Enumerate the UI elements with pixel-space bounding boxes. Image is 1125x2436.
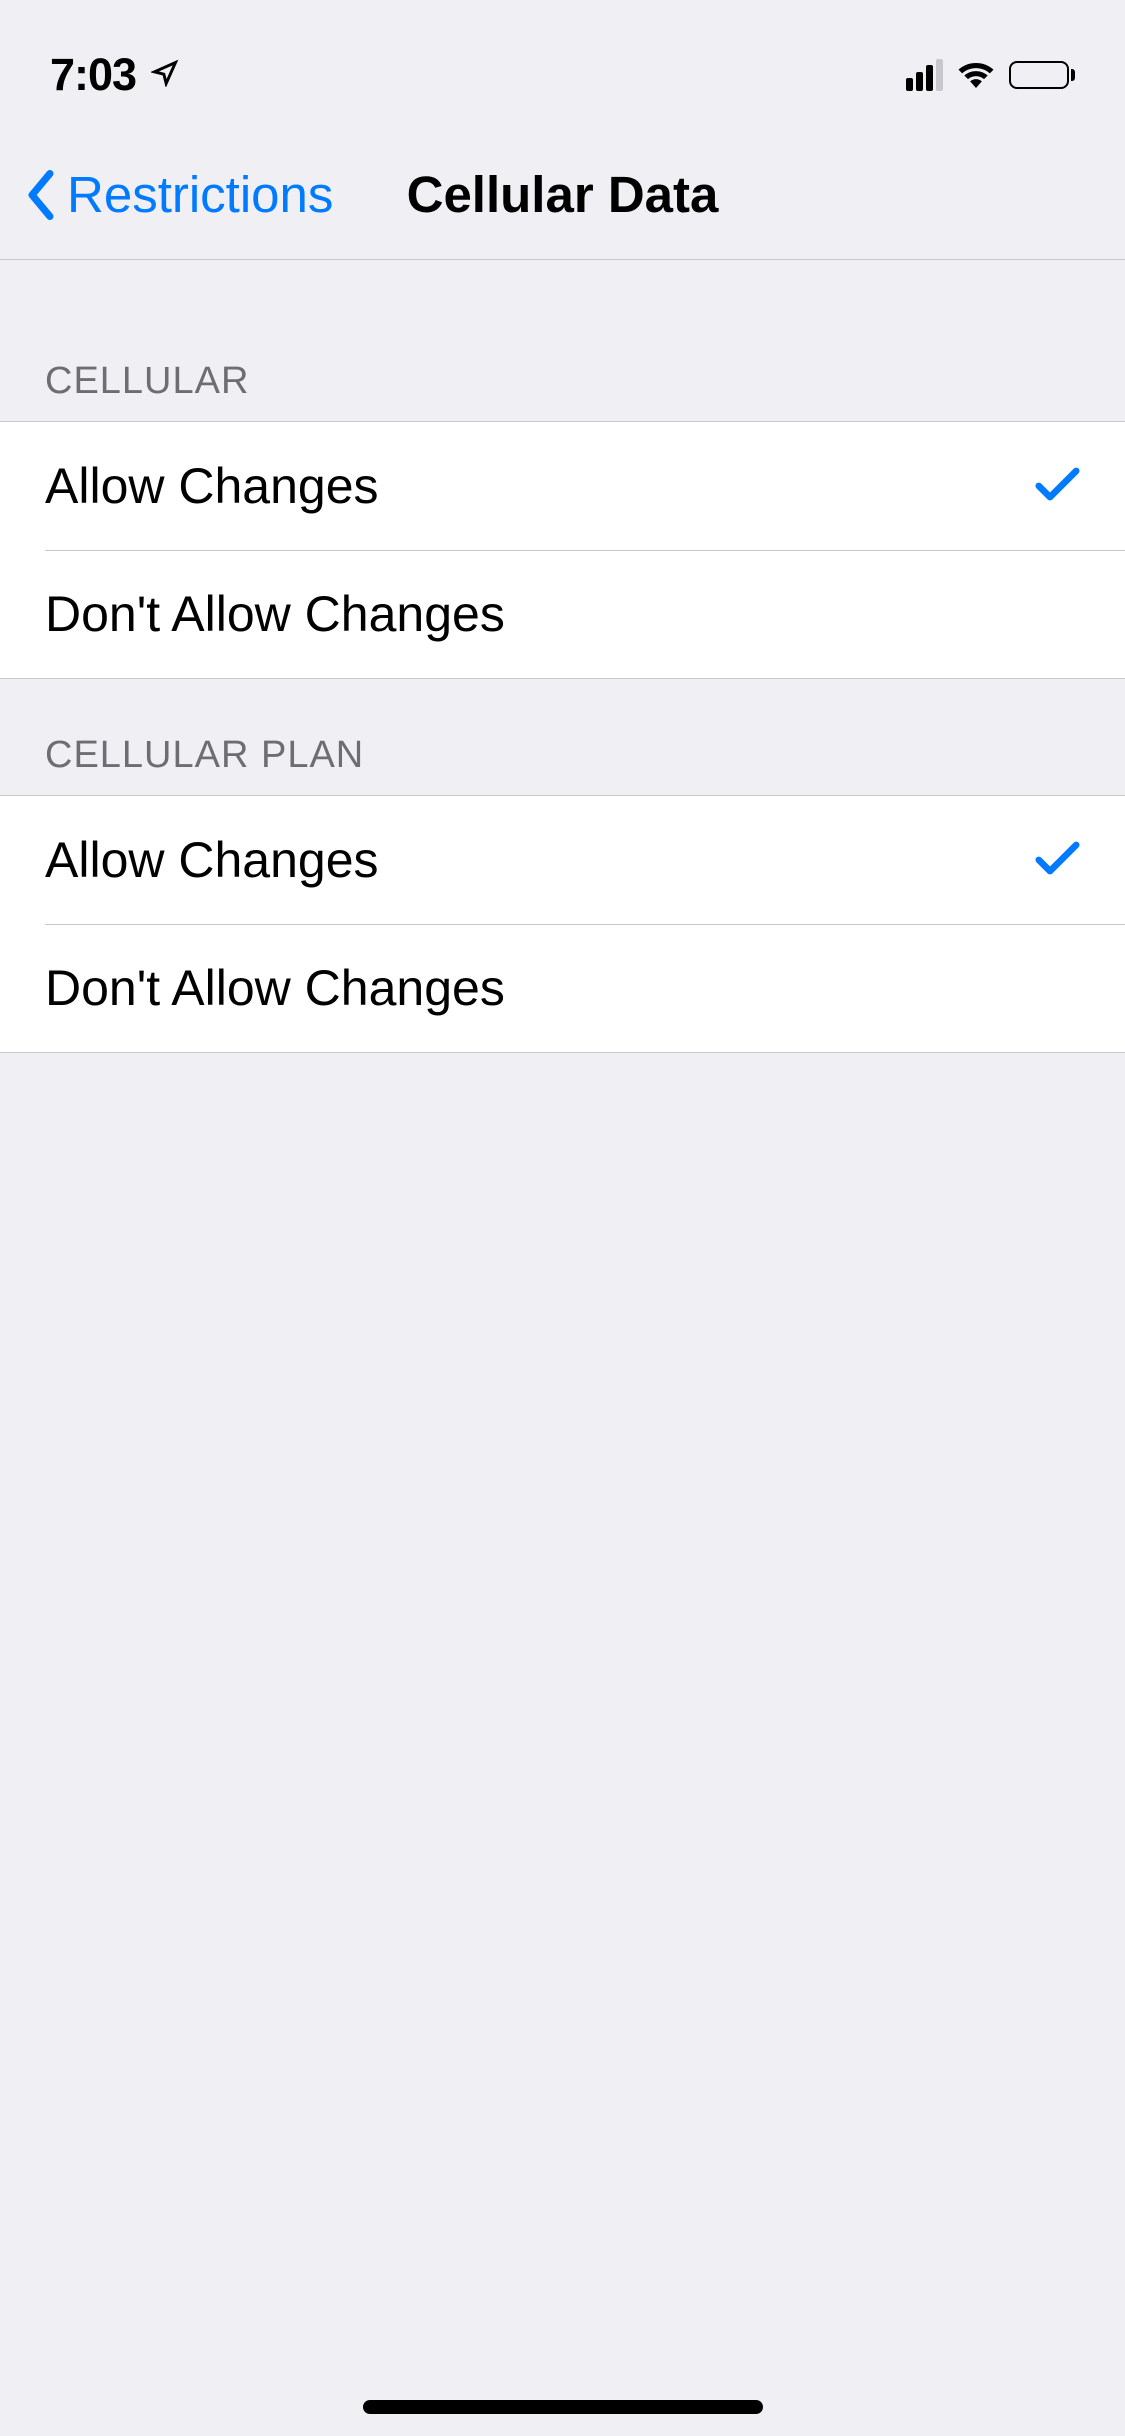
status-time: 7:03 [50, 49, 136, 101]
row-allow-changes-cellular[interactable]: Allow Changes [0, 422, 1125, 550]
back-button[interactable]: Restrictions [25, 165, 333, 224]
list-cellular: Allow Changes Don't Allow Changes [0, 421, 1125, 679]
status-left: 7:03 [50, 49, 179, 101]
section-header-cellular: CELLULAR [0, 260, 1125, 421]
status-right [906, 58, 1075, 93]
status-bar: 7:03 [0, 0, 1125, 130]
row-label: Don't Allow Changes [45, 585, 505, 643]
row-allow-changes-plan[interactable]: Allow Changes [0, 796, 1125, 924]
row-label: Allow Changes [45, 457, 379, 515]
page-title: Cellular Data [407, 165, 719, 224]
wifi-icon [956, 58, 996, 93]
row-label: Don't Allow Changes [45, 959, 505, 1017]
checkmark-icon [1035, 838, 1080, 883]
chevron-back-icon [25, 170, 57, 220]
back-label: Restrictions [67, 165, 333, 224]
section-header-cellular-plan: CELLULAR PLAN [0, 679, 1125, 795]
nav-bar: Restrictions Cellular Data [0, 130, 1125, 260]
row-dont-allow-changes-plan[interactable]: Don't Allow Changes [0, 924, 1125, 1052]
cellular-signal-icon [906, 59, 943, 91]
location-icon [151, 59, 179, 92]
list-cellular-plan: Allow Changes Don't Allow Changes [0, 795, 1125, 1053]
home-indicator[interactable] [363, 2400, 763, 2414]
row-label: Allow Changes [45, 831, 379, 889]
battery-icon [1009, 61, 1075, 89]
checkmark-icon [1035, 464, 1080, 509]
row-dont-allow-changes-cellular[interactable]: Don't Allow Changes [0, 550, 1125, 678]
